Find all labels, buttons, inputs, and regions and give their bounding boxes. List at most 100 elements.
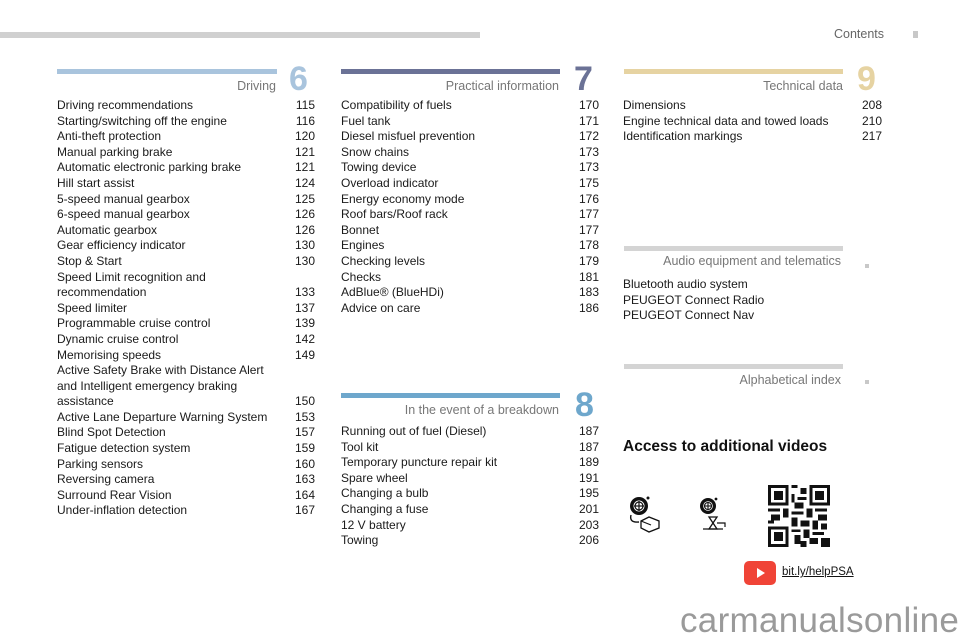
- toc-item[interactable]: Manual parking brake 121: [57, 145, 315, 161]
- toc-item-page: 173: [578, 160, 599, 175]
- toc-item[interactable]: Engines 178: [341, 238, 599, 254]
- toc-item[interactable]: Surround Rear Vision 164: [57, 488, 315, 504]
- toc-item[interactable]: Programmable cruise control 139: [57, 316, 315, 332]
- section-title[interactable]: Audio equipment and telematics: [663, 254, 841, 268]
- toc-item-label: Roof bars/Roof rack: [341, 207, 448, 222]
- toc-item-page: 142: [294, 331, 315, 346]
- toc-item[interactable]: Bonnet 177: [341, 223, 599, 239]
- toc-item-page: 201: [578, 501, 599, 516]
- header-bar: [0, 32, 480, 38]
- toc-item[interactable]: Automatic gearbox 126: [57, 223, 315, 239]
- toc-item[interactable]: Snow chains 173: [341, 145, 599, 161]
- toc-item[interactable]: Blind Spot Detection 157: [57, 425, 315, 441]
- toc-item-page: 164: [294, 487, 315, 502]
- toc-item[interactable]: Active Lane Departure Warning System 153: [57, 410, 315, 426]
- toc-item-page: 115: [295, 98, 315, 112]
- toc-item[interactable]: Gear efficiency indicator 130: [57, 238, 315, 254]
- section-title[interactable]: Driving: [237, 79, 276, 93]
- toc-item[interactable]: Diesel misfuel prevention 172: [341, 129, 599, 145]
- toc-item-label: Towing: [341, 533, 379, 548]
- toc-item-page: 130: [294, 238, 315, 253]
- toc-item[interactable]: Anti-theft protection 120: [57, 129, 315, 145]
- toc-item-page: 126: [294, 207, 315, 222]
- section-title[interactable]: Alphabetical index: [740, 373, 841, 387]
- toc-item-page: 163: [294, 472, 315, 487]
- videos-link[interactable]: bit.ly/helpPSA: [782, 566, 854, 578]
- tyre-repair-kit-icon[interactable]: [627, 495, 663, 540]
- toc-item[interactable]: Stop & Start 130: [57, 254, 315, 270]
- section-title[interactable]: Practical information: [446, 79, 559, 93]
- toc-item[interactable]: Towing 206: [341, 533, 599, 549]
- toc-item[interactable]: Dimensions 208: [623, 98, 882, 114]
- toc-item-page: 176: [578, 191, 599, 206]
- toc-item[interactable]: Changing a bulb 195: [341, 486, 599, 502]
- toc-item-label: Anti-theft protection: [57, 129, 162, 144]
- section-title[interactable]: In the event of a breakdown: [405, 403, 559, 417]
- toc-item-label: Automatic gearbox: [57, 222, 158, 237]
- toc-item-label: Reversing camera: [57, 472, 155, 487]
- toc-item[interactable]: Temporary puncture repair kit 189: [341, 455, 599, 471]
- toc-item-page: 160: [294, 456, 315, 471]
- toc-item[interactable]: Parking sensors 160: [57, 457, 315, 473]
- toc-item[interactable]: Advice on care 186: [341, 301, 599, 317]
- toc-item[interactable]: 6-speed manual gearbox 126: [57, 207, 315, 223]
- toc-item[interactable]: Checking levels 179: [341, 254, 599, 270]
- toc-item[interactable]: Driving recommendations 115: [57, 98, 315, 114]
- toc-item-page: 116: [295, 113, 315, 128]
- section-bar: [341, 69, 560, 74]
- toc-item-page: 139: [294, 316, 315, 331]
- toc-item-label: Engines: [341, 238, 385, 253]
- toc-item[interactable]: Hill start assist 124: [57, 176, 315, 192]
- toc-item[interactable]: Reversing camera 163: [57, 472, 315, 488]
- toc-item[interactable]: Roof bars/Roof rack 177: [341, 207, 599, 223]
- section-number: 6: [289, 60, 308, 98]
- toc-item-page: 191: [578, 470, 599, 485]
- toc-item[interactable]: Compatibility of fuels 170: [341, 98, 599, 114]
- youtube-play-icon[interactable]: [744, 561, 776, 585]
- jack-wheel-change-icon[interactable]: [697, 495, 733, 540]
- toc-item[interactable]: Starting/switching off the engine 116: [57, 114, 315, 130]
- toc-item[interactable]: Automatic electronic parking brake 121: [57, 160, 315, 176]
- toc-item-page: 120: [294, 129, 315, 144]
- toc-item[interactable]: Speed limiter 137: [57, 301, 315, 317]
- toc-item[interactable]: Energy economy mode 176: [341, 192, 599, 208]
- toc-item[interactable]: Spare wheel 191: [341, 471, 599, 487]
- toc-item-label: Under-inflation detection: [57, 503, 188, 518]
- toc-item-page: 195: [578, 486, 599, 501]
- toc-item-label: Fuel tank: [341, 113, 391, 128]
- toc-item[interactable]: Under-inflation detection 167: [57, 503, 315, 519]
- toc-item[interactable]: Tool kit 187: [341, 440, 599, 456]
- toc-item-label: Tool kit: [341, 439, 379, 454]
- toc-item[interactable]: PEUGEOT Connect Nav: [623, 308, 882, 324]
- toc-item[interactable]: Speed Limit recognition and recommendati…: [57, 270, 315, 301]
- toc-item[interactable]: Fuel tank 171: [341, 114, 599, 130]
- toc-item[interactable]: Changing a fuse 201: [341, 502, 599, 518]
- toc-item[interactable]: Bluetooth audio system: [623, 277, 882, 293]
- section-title[interactable]: Technical data: [763, 79, 843, 93]
- toc-item-page: 125: [294, 191, 315, 206]
- toc-item[interactable]: Dynamic cruise control 142: [57, 332, 315, 348]
- toc-item[interactable]: Identification markings 217: [623, 129, 882, 145]
- toc-list-technical: Dimensions 208 Engine technical data and t…: [623, 98, 882, 145]
- toc-item[interactable]: Running out of fuel (Diesel) 187: [341, 424, 599, 440]
- toc-item[interactable]: 12 V battery 203: [341, 518, 599, 534]
- toc-item[interactable]: Engine technical data and towed loads 210: [623, 114, 882, 130]
- toc-item-label: Overload indicator: [341, 175, 439, 190]
- toc-item-label: Programmable cruise control: [57, 316, 211, 331]
- toc-item[interactable]: Towing device 173: [341, 160, 599, 176]
- toc-item-label: Engine technical data and towed loads: [623, 113, 829, 128]
- section-bar: [624, 364, 843, 369]
- toc-item[interactable]: 5-speed manual gearbox 125: [57, 192, 315, 208]
- toc-item[interactable]: Overload indicator 175: [341, 176, 599, 192]
- toc-item[interactable]: AdBlue® (BlueHDi) 183: [341, 285, 599, 301]
- toc-item[interactable]: Memorising speeds 149: [57, 348, 315, 364]
- toc-item-page: 121: [294, 160, 315, 175]
- toc-item[interactable]: Fatigue detection system 159: [57, 441, 315, 457]
- toc-item[interactable]: PEUGEOT Connect Radio: [623, 293, 882, 309]
- toc-item-page: 181: [578, 269, 599, 284]
- toc-item[interactable]: Active Safety Brake with Distance Alert …: [57, 363, 315, 410]
- toc-item-label: Snow chains: [341, 144, 410, 159]
- toc-item[interactable]: Checks 181: [341, 270, 599, 286]
- toc-item-label: PEUGEOT Connect Nav: [623, 308, 755, 323]
- qr-code-icon[interactable]: [768, 485, 830, 552]
